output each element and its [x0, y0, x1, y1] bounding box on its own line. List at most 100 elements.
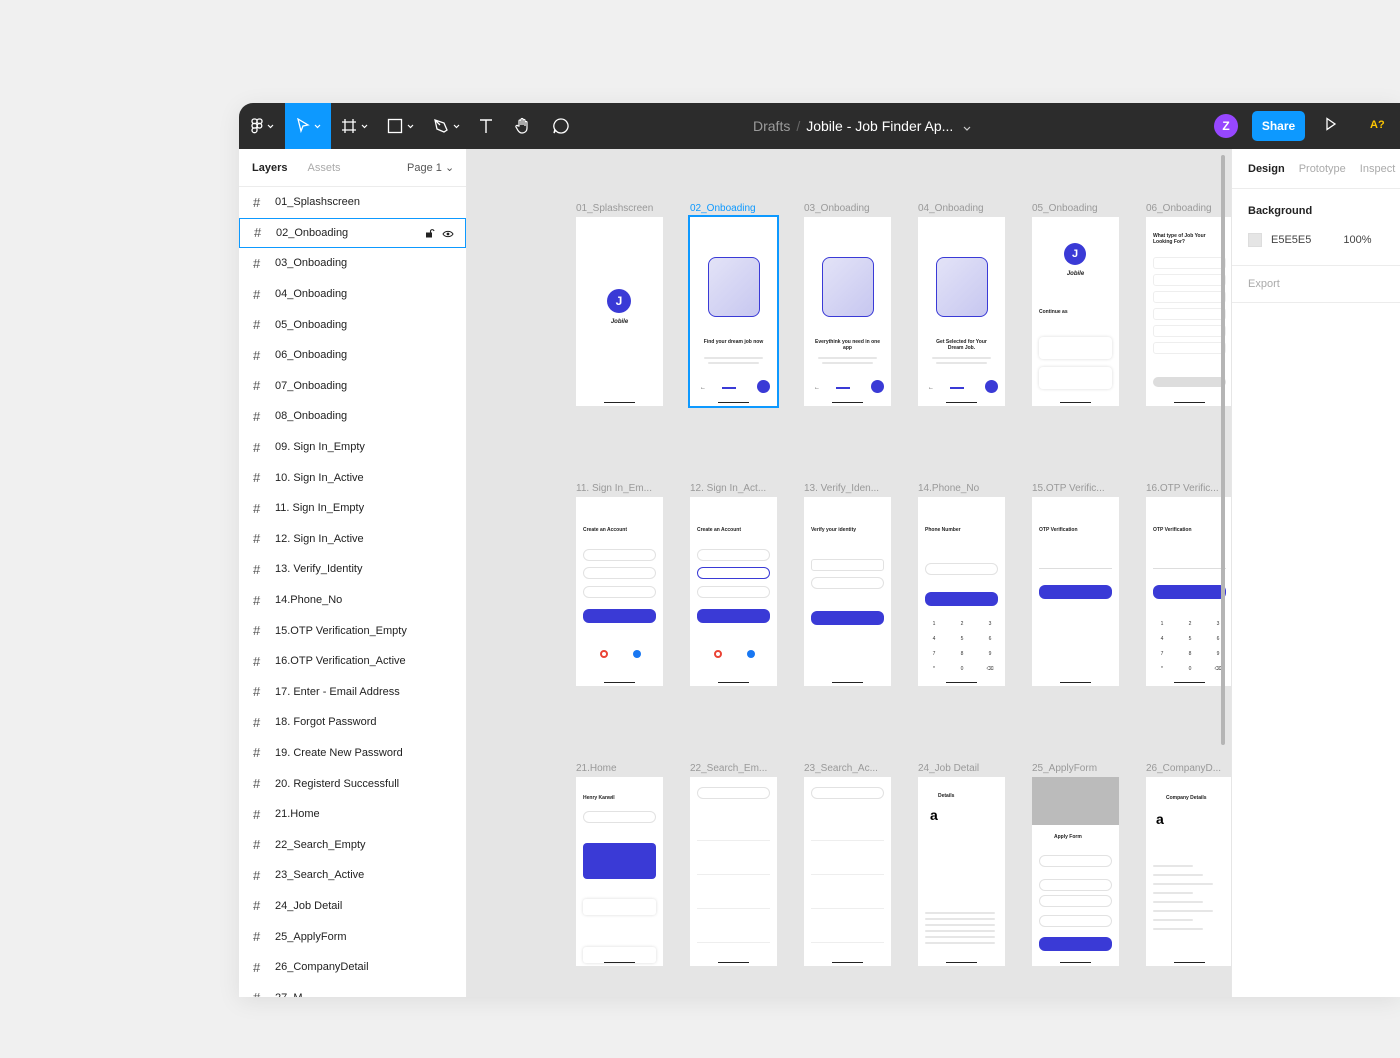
- tab-layers[interactable]: Layers: [252, 162, 287, 174]
- otp-boxes[interactable]: [1039, 557, 1112, 569]
- tab-assets[interactable]: Assets: [307, 162, 340, 174]
- verify-button[interactable]: [925, 592, 998, 606]
- tab-design[interactable]: Design: [1248, 163, 1285, 175]
- background-hex-input[interactable]: E5E5E5: [1271, 234, 1311, 246]
- screen-frame[interactable]: Company Details a: [1146, 777, 1231, 966]
- screen-frame[interactable]: Everythink you need in one app ←: [804, 217, 891, 406]
- keypad-key[interactable]: 0: [1176, 666, 1204, 672]
- frame-label[interactable]: 01_Splashscreen: [576, 203, 662, 214]
- layer-item[interactable]: #05_Onboading: [239, 309, 466, 340]
- keypad-key[interactable]: 6: [976, 636, 1004, 642]
- keypad-key[interactable]: 3: [1204, 621, 1231, 627]
- text-field[interactable]: [583, 549, 656, 561]
- option-row[interactable]: [1153, 342, 1226, 354]
- keypad-key[interactable]: ⌫: [976, 666, 1004, 672]
- text-field[interactable]: [697, 549, 770, 561]
- option-row[interactable]: [1153, 291, 1226, 303]
- keypad-key[interactable]: 8: [948, 651, 976, 657]
- frame-label[interactable]: 04_Onboading: [918, 203, 1004, 214]
- main-menu-button[interactable]: [239, 103, 285, 149]
- layer-item[interactable]: #23_Search_Active: [239, 860, 466, 891]
- avatar[interactable]: Z: [1214, 114, 1238, 138]
- job-result[interactable]: [811, 883, 884, 909]
- pen-tool-button[interactable]: [423, 103, 469, 149]
- eye-icon[interactable]: [442, 229, 454, 241]
- sign-up-button[interactable]: [583, 609, 656, 623]
- keypad-key[interactable]: 0: [948, 666, 976, 672]
- job-result[interactable]: [811, 849, 884, 875]
- screen-frame[interactable]: OTP Verification: [1032, 497, 1119, 686]
- frame-label[interactable]: 26_CompanyD...: [1146, 763, 1231, 774]
- layer-item[interactable]: #17. Enter - Email Address: [239, 677, 466, 708]
- screen-frame[interactable]: Phone Number 1 2 3 4 5 6 7 8 9 * 0 ⌫: [918, 497, 1005, 686]
- screen-frame[interactable]: Find your dream job now ←: [688, 215, 779, 408]
- frame-label[interactable]: 02_Onboading: [690, 203, 776, 214]
- frame-label[interactable]: 13. Verify_Iden...: [804, 483, 890, 494]
- page-selector[interactable]: Page 1 ⌄: [407, 161, 454, 174]
- promo-banner[interactable]: [583, 843, 656, 879]
- screen-frame[interactable]: Create an Account: [690, 497, 777, 686]
- layer-item[interactable]: #16.OTP Verification_Active: [239, 646, 466, 677]
- search-field[interactable]: [583, 811, 656, 823]
- verify-button[interactable]: [1153, 585, 1226, 599]
- layer-item[interactable]: #27_M...: [239, 982, 466, 997]
- screen-frame[interactable]: J Jobile Continue as: [1032, 217, 1119, 406]
- screen-frame[interactable]: J Jobile: [576, 217, 663, 406]
- background-opacity-input[interactable]: 100%: [1343, 234, 1371, 246]
- present-button[interactable]: [1325, 117, 1337, 136]
- keypad-key[interactable]: 7: [920, 651, 948, 657]
- form-field[interactable]: [1039, 855, 1112, 867]
- shape-tool-button[interactable]: [377, 103, 423, 149]
- layer-item[interactable]: #08_Onboading: [239, 401, 466, 432]
- otp-boxes[interactable]: [1153, 557, 1226, 569]
- search-field[interactable]: [811, 787, 884, 799]
- screen-frame[interactable]: What type of Job Your Looking For?: [1146, 217, 1231, 406]
- layer-item[interactable]: #02_Onboading: [239, 217, 466, 249]
- canvas[interactable]: 01_Splashscreen J Jobile 02_Onboading Find y…: [468, 149, 1231, 997]
- layer-item[interactable]: #12. Sign In_Active: [239, 524, 466, 555]
- keypad-key[interactable]: 7: [1148, 651, 1176, 657]
- screen-frame[interactable]: OTP Verification 1 2 3 4 5 6 7 8 9 * 0 ⌫: [1146, 497, 1231, 686]
- frame-label[interactable]: 03_Onboading: [804, 203, 890, 214]
- screen-frame[interactable]: Verify your identity: [804, 497, 891, 686]
- form-field[interactable]: [1039, 895, 1112, 907]
- next-button[interactable]: [757, 380, 770, 393]
- layer-item[interactable]: #15.OTP Verification_Empty: [239, 615, 466, 646]
- option-row[interactable]: [1153, 257, 1226, 269]
- layer-item[interactable]: #09. Sign In_Empty: [239, 432, 466, 463]
- text-field[interactable]: [697, 586, 770, 598]
- keypad-key[interactable]: *: [920, 666, 948, 672]
- layer-item[interactable]: #07_Onboading: [239, 371, 466, 402]
- next-button[interactable]: [985, 380, 998, 393]
- layer-item[interactable]: #25_ApplyForm: [239, 921, 466, 952]
- option-email[interactable]: [811, 559, 884, 571]
- continue-button[interactable]: [811, 611, 884, 625]
- layer-item[interactable]: #26_CompanyDetail: [239, 952, 466, 983]
- file-name[interactable]: Jobile - Job Finder Ap...: [806, 118, 953, 134]
- layer-item[interactable]: #06_Onboading: [239, 340, 466, 371]
- job-result[interactable]: [697, 815, 770, 841]
- keypad-key[interactable]: ⌫: [1204, 666, 1231, 672]
- form-field[interactable]: [1039, 879, 1112, 891]
- layer-item[interactable]: #24_Job Detail: [239, 891, 466, 922]
- option-row[interactable]: [1153, 308, 1226, 320]
- keypad-key[interactable]: 4: [920, 636, 948, 642]
- frame-label[interactable]: 11. Sign In_Em...: [576, 483, 662, 494]
- frame-label[interactable]: 21.Home: [576, 763, 662, 774]
- facebook-icon[interactable]: [747, 650, 755, 658]
- role-card[interactable]: [1039, 337, 1112, 359]
- sign-up-button[interactable]: [697, 609, 770, 623]
- frame-label[interactable]: 14.Phone_No: [918, 483, 1004, 494]
- share-button[interactable]: Share: [1252, 111, 1305, 141]
- tab-inspect[interactable]: Inspect: [1360, 163, 1395, 175]
- frame-label[interactable]: 06_Onboading: [1146, 203, 1231, 214]
- job-result[interactable]: [697, 849, 770, 875]
- screen-frame[interactable]: Apply Form: [1032, 777, 1119, 966]
- text-tool-button[interactable]: [469, 103, 503, 149]
- job-result[interactable]: [697, 883, 770, 909]
- screen-frame[interactable]: [690, 777, 777, 966]
- frame-label[interactable]: 23_Search_Ac...: [804, 763, 890, 774]
- layer-item[interactable]: #20. Registerd Successfull: [239, 768, 466, 799]
- phone-input[interactable]: [925, 563, 998, 575]
- keypad-key[interactable]: 1: [920, 621, 948, 627]
